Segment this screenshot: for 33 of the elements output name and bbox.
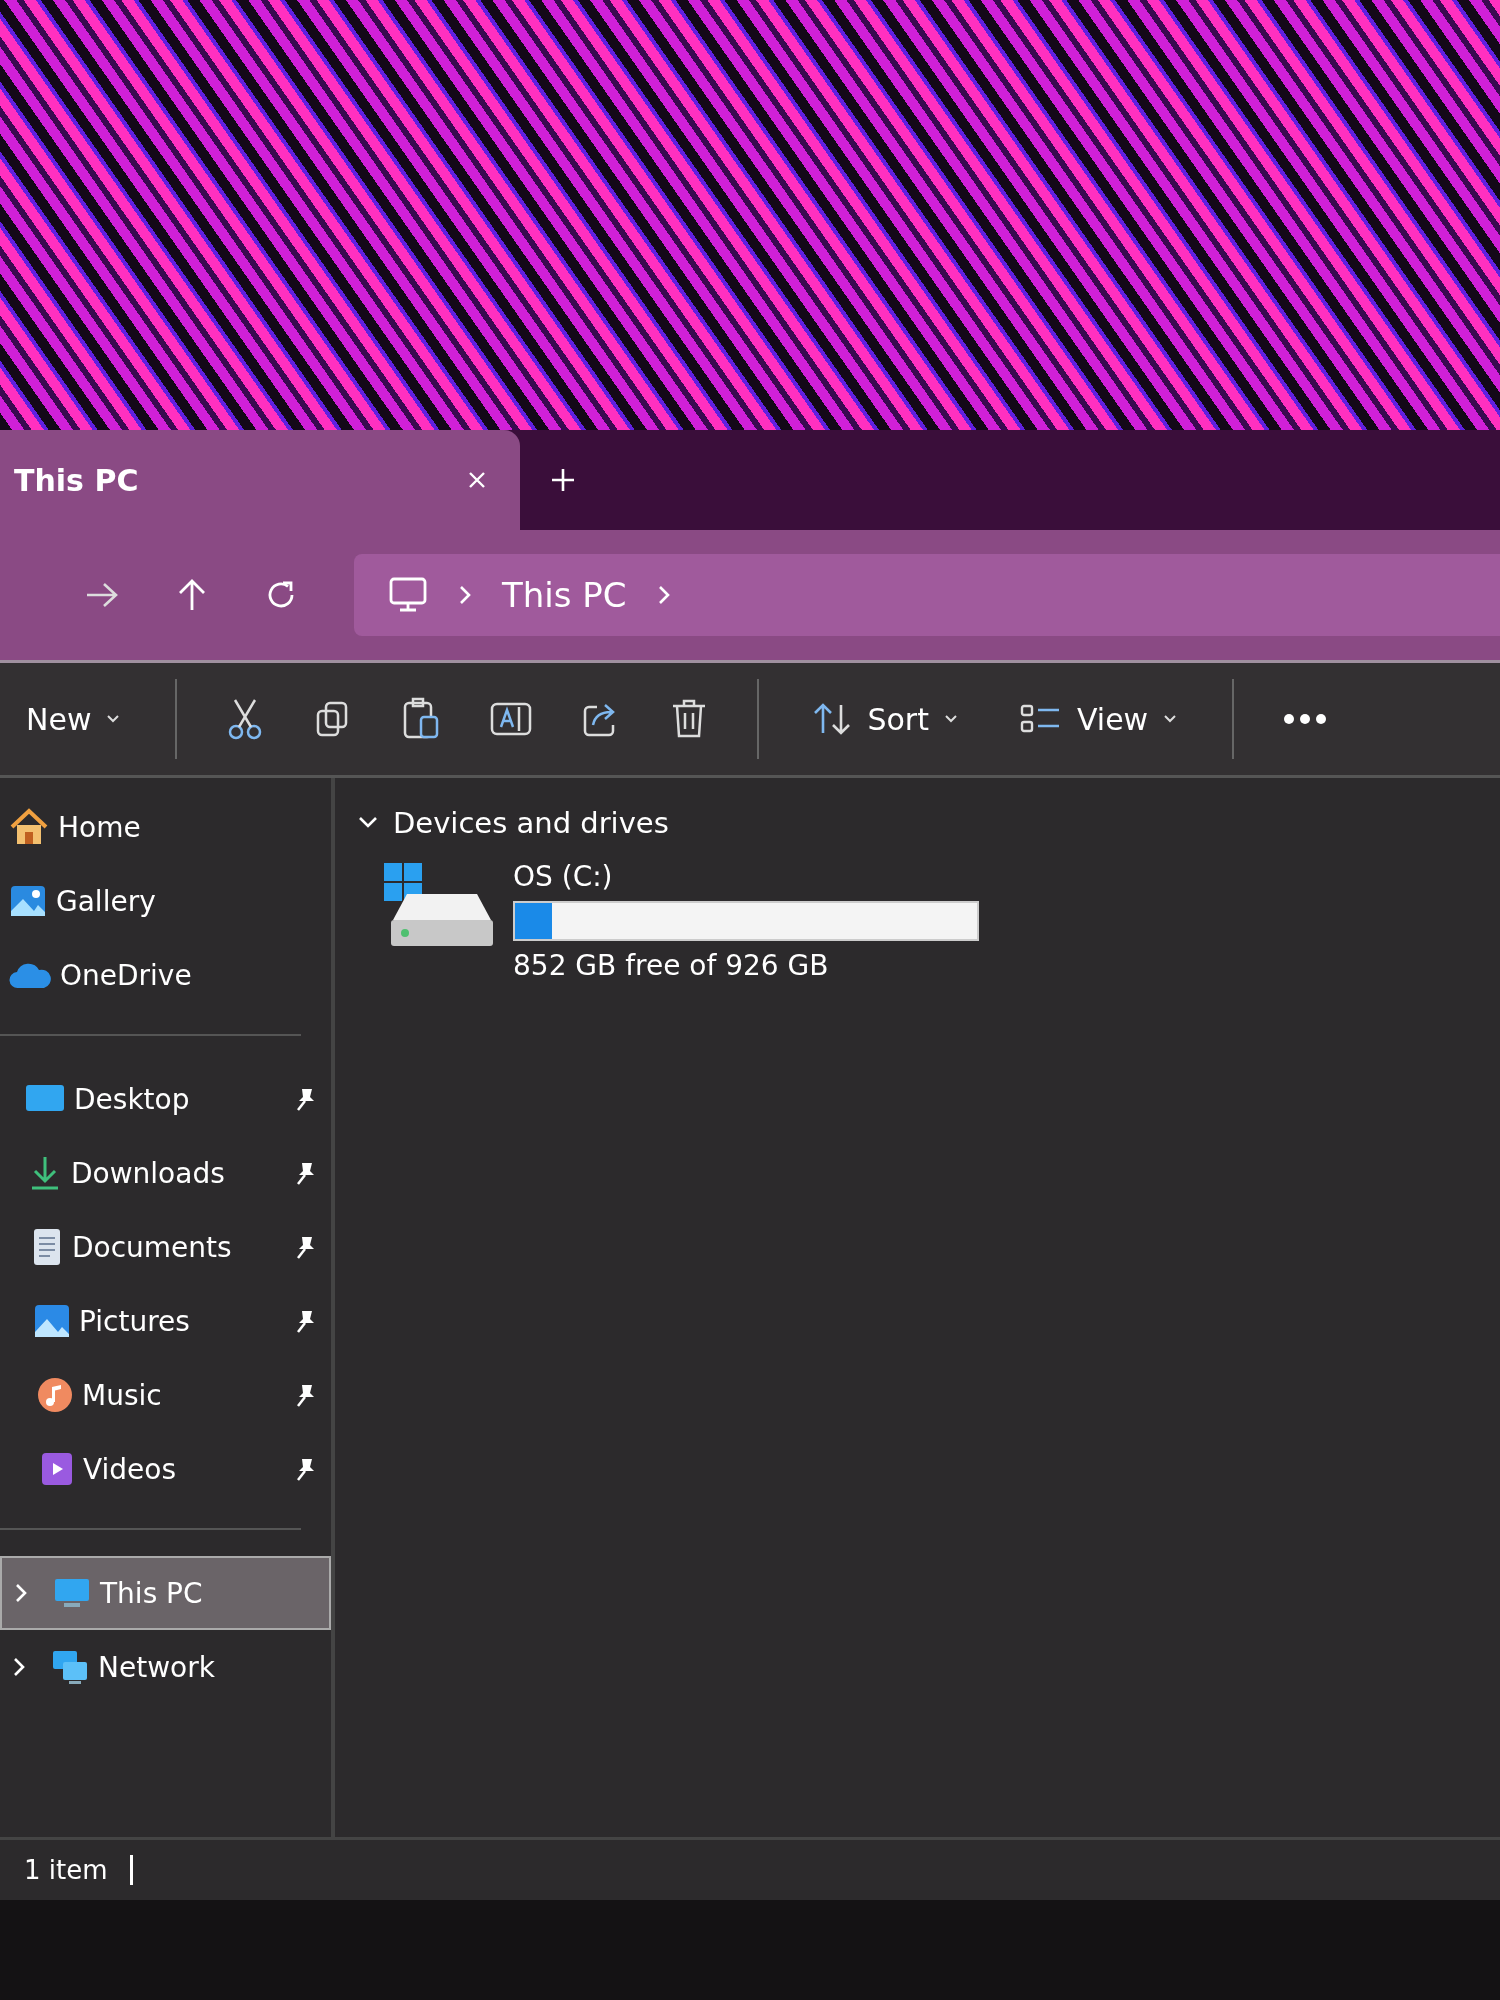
sidebar-item[interactable]: Documents [0,1210,331,1284]
sidebar-item[interactable]: Desktop [0,1062,331,1136]
house-icon [8,807,50,847]
caret-icon [105,713,122,725]
address-bar[interactable]: This PC [354,554,1500,636]
sidebar-item[interactable]: Network [0,1630,331,1704]
item-count: 1 item [24,1855,108,1885]
sort-button[interactable]: Sort [807,697,965,741]
forward-arrow-icon[interactable] [84,580,120,610]
breadcrumb[interactable]: This PC [502,575,627,615]
caret-icon [1162,713,1179,725]
view-button[interactable]: View [1012,697,1185,741]
network-monitors-icon [50,1648,90,1686]
drive-name: OS (C:) [513,860,614,893]
sidebar-item[interactable]: Gallery [0,864,331,938]
sidebar-item[interactable]: This PC [0,1556,331,1630]
caret-icon [942,713,959,725]
new-tab-icon[interactable] [550,467,576,493]
sidebar-item[interactable]: Videos [0,1432,331,1506]
new-button[interactable]: New [20,697,128,741]
sidebar-item[interactable]: Pictures [0,1284,331,1358]
sidebar-item[interactable]: Home [0,790,331,864]
more-icon[interactable] [1282,712,1329,726]
sidebar-item[interactable]: OneDrive [0,938,331,1012]
monitor-icon [388,576,428,614]
window-tab[interactable]: This PC [0,430,520,530]
section-header[interactable]: Devices and drives [357,806,1500,840]
music-note-icon [36,1376,74,1414]
picture-icon [33,1302,71,1340]
film-icon [39,1450,75,1488]
sidebar-item[interactable]: Downloads [0,1136,331,1210]
sidebar-item[interactable]: Music [0,1358,331,1432]
free-space-text: 852 GB free of 926 GB [513,949,830,982]
